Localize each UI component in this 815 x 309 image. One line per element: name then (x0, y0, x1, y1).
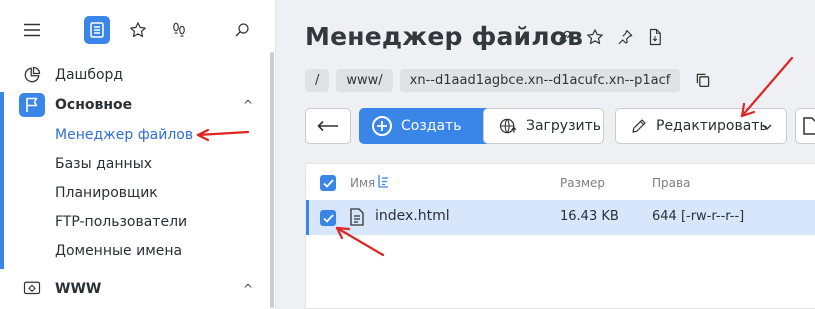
arrow-to-edit (740, 56, 794, 118)
annotation-arrows (196, 56, 794, 257)
arrow-to-checkbox (335, 226, 385, 257)
